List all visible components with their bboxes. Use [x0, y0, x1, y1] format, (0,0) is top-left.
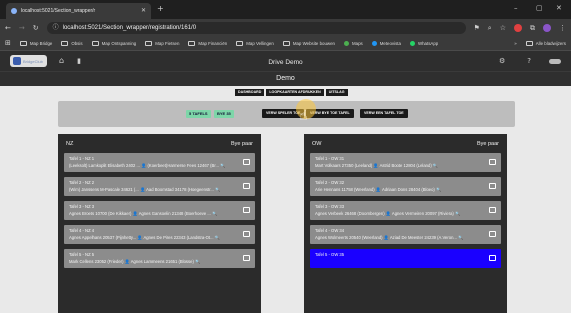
- apps-grid-icon[interactable]: ⊞: [5, 40, 11, 47]
- demo-label: Demo: [276, 75, 295, 82]
- bye-checkbox[interactable]: [489, 159, 496, 165]
- bye-checkbox[interactable]: [489, 207, 496, 213]
- action-bar: 5 TAFELS BYE 35 VERW SPELER TOE VERW BYE…: [58, 101, 515, 127]
- bye-checkbox[interactable]: [243, 255, 250, 261]
- ow-bye-column: Bye paar: [476, 140, 499, 147]
- maximize-icon[interactable]: ▢: [536, 5, 543, 12]
- extensions-puzzle-icon[interactable]: ⧉: [530, 24, 535, 32]
- dashboard-button[interactable]: DASHBOARD: [235, 89, 265, 96]
- nz-panel-header: NZ Bye paar: [58, 134, 261, 153]
- bookmark-item[interactable]: Map Website bouwen: [282, 41, 335, 46]
- bookmark-item[interactable]: Maps: [343, 41, 363, 46]
- bookmark-item[interactable]: Map Ontspanning: [91, 41, 136, 46]
- table-row[interactable]: Tafel 1 - NZ 1 (Leeksolt) Lamkoplit Elisa…: [64, 153, 255, 172]
- back-icon[interactable]: ←: [5, 24, 11, 32]
- ow-panel-header: OW Bye paar: [304, 134, 507, 153]
- folder-icon: [145, 41, 153, 46]
- bookmarks-bar: ⊞ Map Bridge Obsis Map Ontspanning Map F…: [0, 37, 571, 51]
- demo-bar: Demo: [0, 72, 571, 86]
- ow-title: OW: [312, 140, 322, 147]
- bye-checkbox[interactable]: [489, 183, 496, 189]
- window-close-icon[interactable]: ✕: [556, 5, 562, 12]
- bookmarks-overflow[interactable]: »: [514, 41, 516, 46]
- menu-dots-icon[interactable]: ⋮: [559, 24, 566, 32]
- forward-icon[interactable]: →: [19, 24, 25, 32]
- folder-icon: [91, 41, 99, 46]
- browser-tab-bar: localhost:5021/Section_wrapper/r ✕ + – ▢…: [0, 0, 571, 19]
- bookmark-item[interactable]: WhatsApp: [409, 41, 438, 46]
- nz-title: NZ: [66, 140, 74, 147]
- bye-checkbox[interactable]: [243, 231, 250, 237]
- add-table-button[interactable]: VERW EEN TAFEL TOE: [360, 109, 408, 118]
- url-bar[interactable]: ⓘ localhost:5021/Section_wrapper/registr…: [46, 22, 466, 34]
- top-nav: DASHBOARD LOOPKAARTEN AFDRUKKEN UITSLAG: [235, 89, 348, 96]
- table-row[interactable]: Tafel 4 - OW 34 Agnes Wolmeerts 20540 (We…: [310, 225, 501, 244]
- zoom-icon[interactable]: ⌕: [488, 24, 492, 32]
- bye-checkbox[interactable]: [243, 183, 250, 189]
- bookmark-item[interactable]: Map Financiën: [188, 41, 227, 46]
- folder-icon: [61, 41, 69, 46]
- folder-icon: [19, 41, 27, 46]
- whatsapp-icon: [409, 41, 415, 46]
- browser-tab[interactable]: localhost:5021/Section_wrapper/r ✕: [6, 3, 151, 19]
- table-row[interactable]: Tafel 5 - NZ 5 Mark Cellens 23052 (Friede…: [64, 249, 255, 268]
- table-row[interactable]: Tafel 1 - OW 31 Mart Volkaars 27350 (Leel…: [310, 153, 501, 172]
- bookmark-item[interactable]: Map Bridge: [19, 41, 52, 46]
- table-row[interactable]: Tafel 3 - OW 33 Agnes Verbeek 26468 (Door…: [310, 201, 501, 220]
- table-row[interactable]: Tafel 3 - NZ 3 Agnes Broets 10700 (De Kik…: [64, 201, 255, 220]
- extension-icon[interactable]: [514, 24, 522, 32]
- site-info-icon[interactable]: ⓘ: [53, 25, 59, 31]
- table-row-selected[interactable]: Tafel 5 - OW 35: [310, 249, 501, 268]
- ow-panel: OW Bye paar Tafel 1 - OW 31 Mart Volkaars…: [304, 134, 507, 313]
- new-tab-icon[interactable]: +: [157, 5, 164, 13]
- url-text: localhost:5021/Section_wrapper/registrat…: [62, 25, 197, 31]
- bookmark-star-icon[interactable]: ☆: [500, 24, 506, 32]
- folder-icon: [525, 41, 533, 46]
- nz-panel: NZ Bye paar Tafel 1 - NZ 1 (Leeksolt) Lam…: [58, 134, 261, 313]
- nz-bye-column: Bye paar: [230, 140, 253, 147]
- close-tab-icon[interactable]: ✕: [141, 8, 146, 14]
- address-toolbar: ← → ↻ ⓘ localhost:5021/Section_wrapper/r…: [0, 19, 571, 37]
- bookmark-item[interactable]: Obsis: [61, 41, 83, 46]
- minimize-icon[interactable]: –: [514, 5, 518, 12]
- folder-icon: [282, 41, 290, 46]
- meteo-icon: [371, 41, 377, 46]
- bye-checkbox[interactable]: [489, 231, 496, 237]
- table-row[interactable]: Tafel 2 - NZ 2 (Wim) Janssens M-Pascale 3…: [64, 177, 255, 196]
- bookmark-item[interactable]: Meteovista: [371, 41, 401, 46]
- table-row[interactable]: Tafel 2 - OW 32 Arie Hennans 11758 (Weerl…: [310, 177, 501, 196]
- folder-icon: [188, 41, 196, 46]
- all-bookmarks[interactable]: Alle bladwijzers: [525, 41, 566, 46]
- favicon-icon: [11, 8, 17, 14]
- bye-checkbox[interactable]: [489, 255, 496, 261]
- print-walkcards-button[interactable]: LOOPKAARTEN AFDRUKKEN: [266, 89, 324, 96]
- bye-badge: BYE 35: [214, 110, 234, 118]
- bookmark-item[interactable]: Map Vellingen: [236, 41, 274, 46]
- translate-icon[interactable]: ⚑: [474, 24, 480, 32]
- bye-checkbox[interactable]: [243, 159, 250, 165]
- results-button[interactable]: UITSLAG: [325, 89, 348, 96]
- table-row[interactable]: Tafel 4 - NZ 4 Agnes Appelhans 20537 (Pij…: [64, 225, 255, 244]
- maps-icon: [343, 41, 349, 46]
- bye-checkbox[interactable]: [243, 207, 250, 213]
- tab-title: localhost:5021/Section_wrapper/r: [21, 8, 96, 14]
- bookmark-item[interactable]: Map Fietsen: [145, 41, 179, 46]
- profile-avatar-icon[interactable]: [543, 24, 551, 32]
- main-content: Demo DASHBOARD LOOPKAARTEN AFDRUKKEN UIT…: [0, 72, 571, 313]
- app-title: Drive Demo: [268, 59, 303, 66]
- hand-cursor-icon: ☝: [299, 108, 308, 124]
- folder-icon: [236, 41, 244, 46]
- reload-icon[interactable]: ↻: [33, 24, 39, 32]
- tables-count-badge: 5 TAFELS: [186, 110, 211, 118]
